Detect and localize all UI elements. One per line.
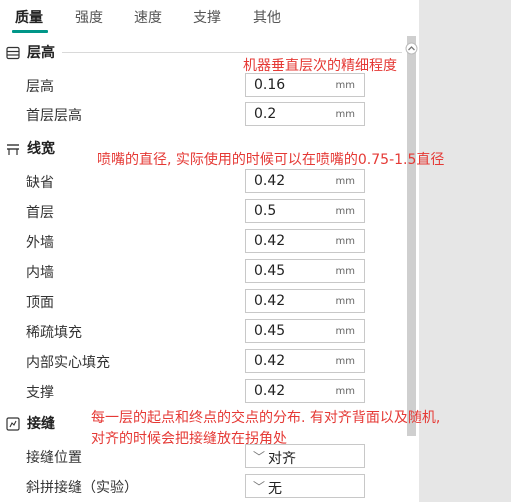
- first-layer-height-input[interactable]: 0.2 mm: [245, 102, 365, 126]
- field-unit: mm: [335, 109, 355, 120]
- field-unit: mm: [335, 356, 355, 367]
- section-header-line-width: 线宽: [6, 138, 55, 158]
- line-width-support-input[interactable]: 0.42 mm: [245, 379, 365, 403]
- row-label-first-layer-height: 首层层高: [26, 108, 82, 124]
- tab-quality[interactable]: 质量: [15, 7, 43, 27]
- field-value: 0.42: [254, 383, 286, 399]
- line-width-icon: [6, 141, 20, 155]
- field-value: 0.42: [254, 233, 286, 249]
- field-value: 0.45: [254, 263, 286, 279]
- layer-height-input[interactable]: 0.16 mm: [245, 73, 365, 97]
- chevron-down-icon: ﹀: [253, 480, 266, 494]
- row-label-layer-height: 层高: [26, 79, 54, 95]
- select-value: 对齐: [268, 451, 296, 467]
- annotation-line-width: 喷嘴的直径, 实际使用的时候可以在喷嘴的0.75-1.5直径: [97, 152, 445, 168]
- line-width-inner-wall-input[interactable]: 0.45 mm: [245, 259, 365, 283]
- line-width-internal-solid-infill-input[interactable]: 0.42 mm: [245, 349, 365, 373]
- field-unit: mm: [335, 386, 355, 397]
- row-label-support: 支撑: [26, 385, 54, 401]
- field-value: 0.42: [254, 353, 286, 369]
- scarf-seam-select[interactable]: ﹀ 无: [245, 474, 365, 498]
- tab-support[interactable]: 支撑: [193, 7, 221, 27]
- tab-speed[interactable]: 速度: [134, 7, 162, 27]
- section-header-seam: 接缝: [6, 413, 55, 433]
- row-label-internal-solid-infill: 内部实心填充: [26, 355, 110, 371]
- select-value: 无: [268, 481, 282, 497]
- section-divider: [62, 52, 402, 53]
- field-value: 0.5: [254, 203, 277, 219]
- row-label-first-layer: 首层: [26, 205, 54, 221]
- line-width-sparse-infill-input[interactable]: 0.45 mm: [245, 319, 365, 343]
- field-value: 0.16: [254, 77, 286, 93]
- layers-icon: [6, 45, 20, 60]
- active-tab-indicator: [12, 30, 48, 33]
- line-width-first-layer-input[interactable]: 0.5 mm: [245, 199, 365, 223]
- section-header-layer-height: 层高: [6, 42, 55, 62]
- row-label-outer-wall: 外墙: [26, 235, 54, 251]
- chevron-down-icon: ﹀: [253, 450, 266, 464]
- field-unit: mm: [335, 206, 355, 217]
- seam-icon: [6, 416, 20, 431]
- field-unit: mm: [335, 176, 355, 187]
- annotation-layer-height: 机器垂直层次的精细程度: [243, 58, 397, 74]
- row-label-inner-wall: 内墙: [26, 265, 54, 281]
- row-label-scarf-seam: 斜拼接缝（实验）: [26, 480, 138, 496]
- field-value: 0.42: [254, 173, 286, 189]
- line-width-outer-wall-input[interactable]: 0.42 mm: [245, 229, 365, 253]
- row-label-top-surface: 顶面: [26, 295, 54, 311]
- section-title: 接缝: [27, 416, 55, 432]
- line-width-top-surface-input[interactable]: 0.42 mm: [245, 289, 365, 313]
- field-value: 0.45: [254, 323, 286, 339]
- section-title: 层高: [27, 45, 55, 61]
- field-unit: mm: [335, 236, 355, 247]
- scroll-up-icon[interactable]: [405, 40, 418, 55]
- field-unit: mm: [335, 266, 355, 277]
- field-unit: mm: [335, 80, 355, 91]
- scrollbar-thumb[interactable]: [407, 36, 416, 436]
- row-label-seam-position: 接缝位置: [26, 450, 82, 466]
- field-unit: mm: [335, 296, 355, 307]
- row-label-sparse-infill: 稀疏填充: [26, 325, 82, 341]
- row-label-default: 缺省: [26, 175, 54, 191]
- field-value: 0.2: [254, 106, 277, 122]
- section-title: 线宽: [27, 141, 55, 157]
- tab-others[interactable]: 其他: [253, 7, 281, 27]
- tab-strength[interactable]: 强度: [75, 7, 103, 27]
- seam-position-select[interactable]: ﹀ 对齐: [245, 444, 365, 468]
- line-width-default-input[interactable]: 0.42 mm: [245, 169, 365, 193]
- annotation-seam-line1: 每一层的起点和终点的交点的分布. 有对齐背面以及随机,: [91, 410, 441, 426]
- tab-bar: 质量 强度 速度 支撑 其他: [0, 0, 406, 34]
- field-unit: mm: [335, 326, 355, 337]
- field-value: 0.42: [254, 293, 286, 309]
